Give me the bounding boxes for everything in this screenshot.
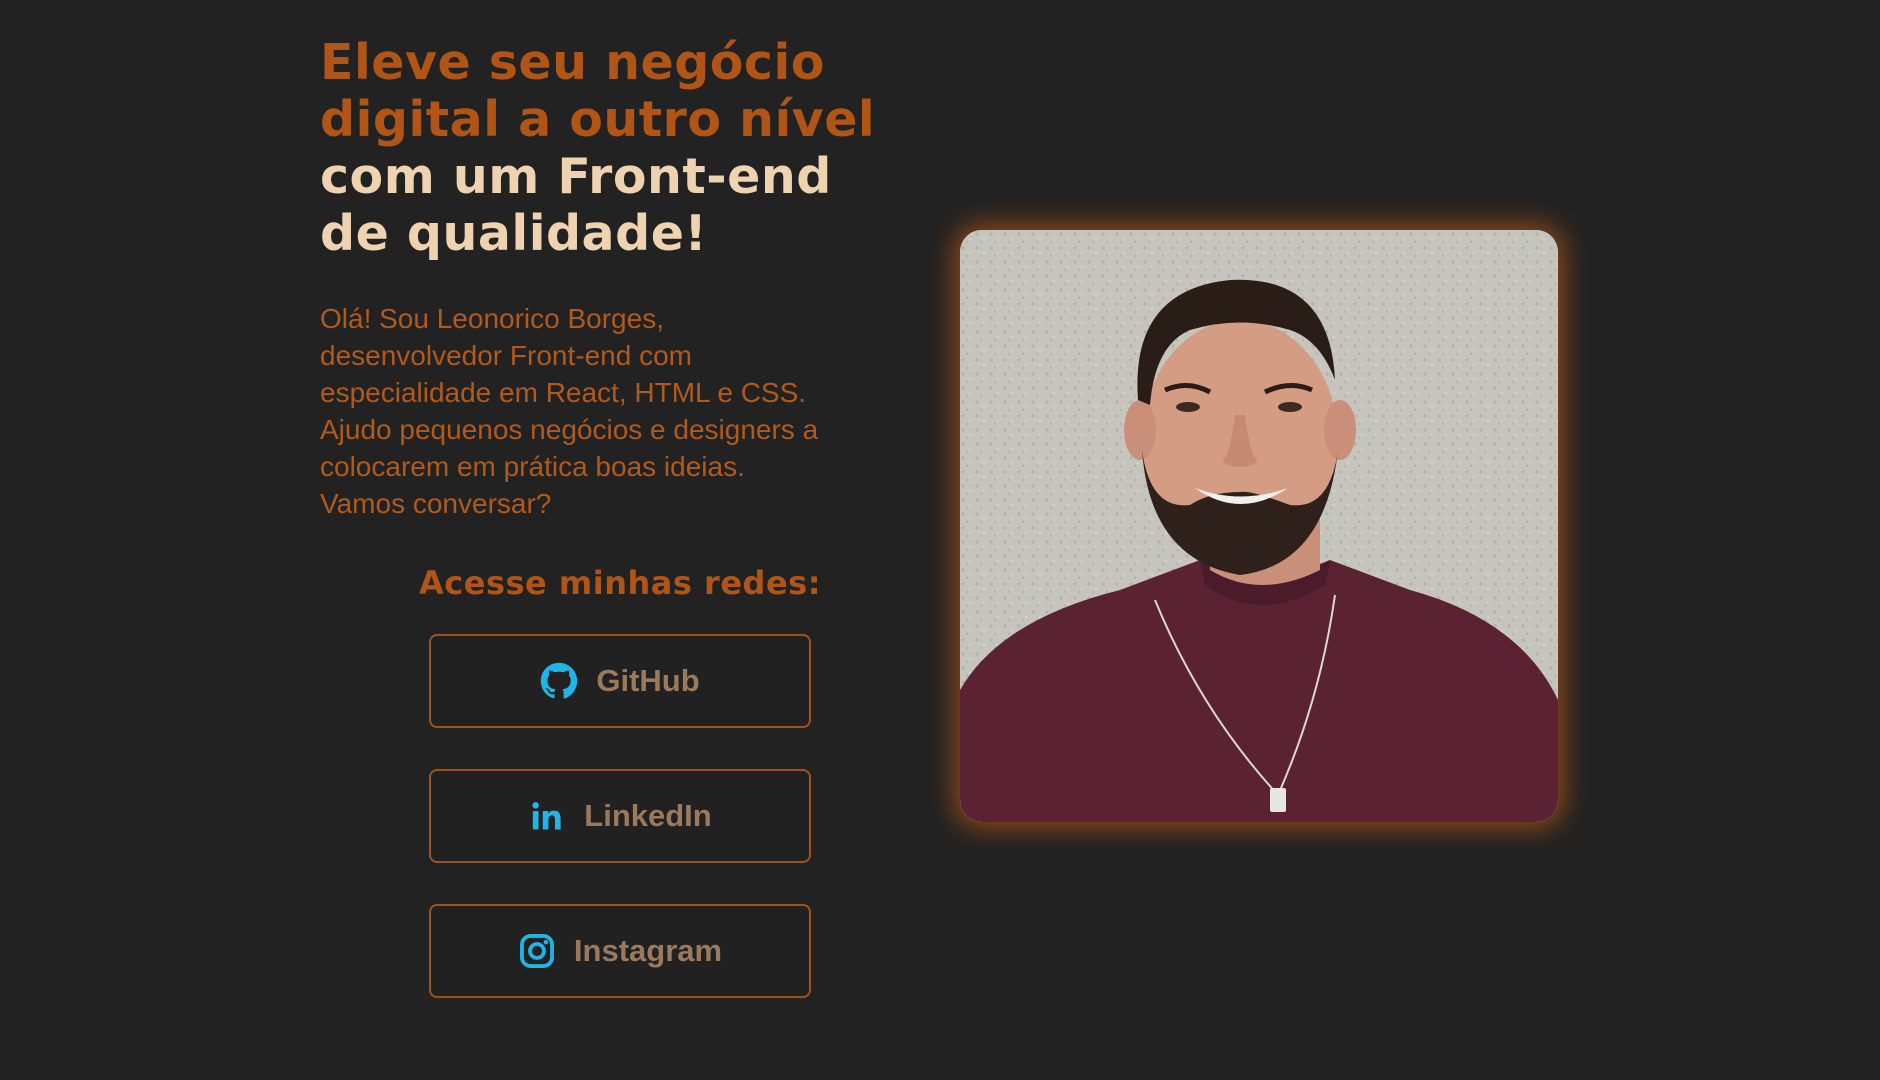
hero-headline: Eleve seu negócio digital a outro nível … [320,34,920,262]
intro-line: desenvolvedor Front-end com [320,340,692,371]
hero-section: Eleve seu negócio digital a outro nível … [320,34,920,1039]
github-label: GitHub [596,663,700,698]
instagram-button[interactable]: Instagram [429,904,811,998]
social-links: GitHub LinkedIn Instagram [320,634,920,1039]
intro-line: Vamos conversar? [320,488,552,519]
landing-page: Eleve seu negócio digital a outro nível … [0,0,1880,1080]
headline-accent-line-2: digital a outro nível [320,91,876,148]
github-icon [540,662,578,700]
instagram-icon [518,932,556,970]
headline-accent-line-1: Eleve seu negócio [320,34,825,91]
profile-photo [960,230,1558,822]
intro-line: colocarem em prática boas ideias. [320,451,745,482]
github-button[interactable]: GitHub [429,634,811,728]
headline-light-line-1: com um Front-end [320,148,832,205]
intro-line: Ajudo pequenos negócios e designers a [320,414,819,445]
linkedin-button[interactable]: LinkedIn [429,769,811,863]
intro-line: especialidade em React, HTML e CSS. [320,377,807,408]
intro-text: Olá! Sou Leonorico Borges, desenvolvedor… [320,300,920,522]
headline-light-line-2: de qualidade! [320,205,708,262]
instagram-label: Instagram [573,933,723,968]
intro-line: Olá! Sou Leonorico Borges, [320,303,664,334]
networks-title: Acesse minhas redes: [419,564,821,602]
linkedin-icon [528,797,566,835]
linkedin-label: LinkedIn [584,798,712,833]
profile-photo-illustration [960,230,1558,822]
